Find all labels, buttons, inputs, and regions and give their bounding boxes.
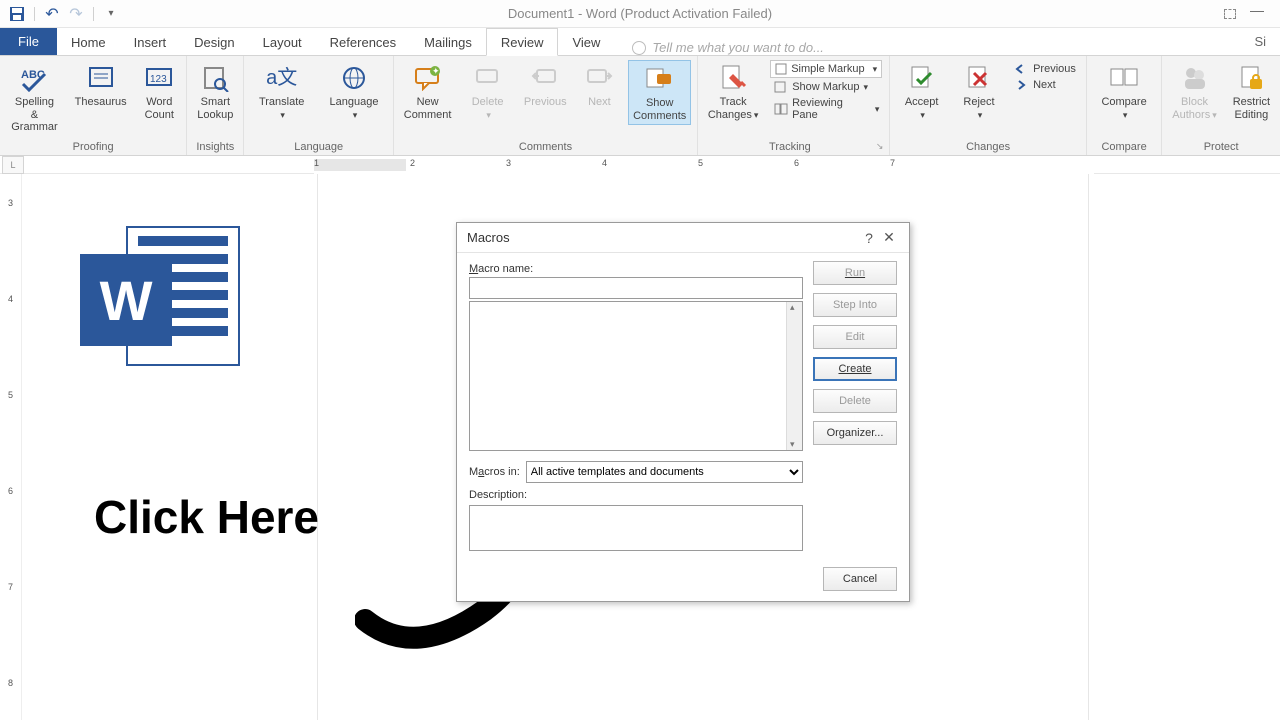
tab-layout[interactable]: Layout <box>249 29 316 55</box>
tab-review[interactable]: Review <box>486 28 559 56</box>
cancel-button[interactable]: Cancel <box>823 567 897 591</box>
tab-references[interactable]: References <box>316 29 410 55</box>
undo-icon[interactable]: ↶ <box>43 5 61 23</box>
group-label-insights: Insights <box>193 138 237 155</box>
word-logo-letter: W <box>80 254 172 346</box>
edit-button[interactable]: Edit <box>813 325 897 349</box>
tell-me-search[interactable]: Tell me what you want to do... <box>632 40 824 55</box>
dialog-titlebar[interactable]: Macros ? ✕ <box>457 223 909 253</box>
show-markup-dropdown[interactable]: Show Markup▾ <box>770 80 883 94</box>
reject-button[interactable]: Reject <box>955 60 1003 123</box>
description-label: Description: <box>469 489 803 501</box>
tab-file[interactable]: File <box>0 28 57 55</box>
previous-comment-button[interactable]: Previous <box>520 60 570 111</box>
macro-list[interactable] <box>469 301 803 451</box>
spelling-grammar-button[interactable]: ABC Spelling & Grammar <box>6 60 63 136</box>
tab-design[interactable]: Design <box>180 29 248 55</box>
annotation-text: Click Here <box>94 490 319 544</box>
restrict-editing-button[interactable]: Restrict Editing <box>1229 60 1274 123</box>
delete-comment-button[interactable]: Delete <box>463 60 512 123</box>
group-compare: Compare Compare <box>1087 56 1162 155</box>
dialog-close-icon[interactable]: ✕ <box>879 229 899 246</box>
group-comments: ✦ New Comment Delete Previous Next Show … <box>394 56 698 155</box>
display-mode-dropdown[interactable]: Simple Markup▾ <box>770 60 882 78</box>
group-label-language: Language <box>250 138 387 155</box>
window-title: Document1 - Word (Product Activation Fai… <box>0 6 1280 21</box>
tell-me-placeholder: Tell me what you want to do... <box>652 40 824 55</box>
new-comment-button[interactable]: ✦ New Comment <box>400 60 455 123</box>
next-change-button[interactable]: Next <box>1011 78 1080 92</box>
qat-customize-icon[interactable]: ▾ <box>102 5 120 23</box>
group-label-changes: Changes <box>896 138 1080 155</box>
macro-name-label: Macro name: <box>469 263 803 275</box>
tab-home[interactable]: Home <box>57 29 120 55</box>
scrollbar[interactable] <box>786 302 802 450</box>
create-button[interactable]: Create <box>813 357 897 381</box>
macros-in-label: Macros in: <box>469 466 520 478</box>
organizer-button[interactable]: Organizer... <box>813 421 897 445</box>
ribbon-options-icon[interactable] <box>1224 6 1236 22</box>
ribbon-tabs: File Home Insert Design Layout Reference… <box>0 28 1280 56</box>
save-icon[interactable] <box>8 5 26 23</box>
translate-button[interactable]: a文 Translate <box>250 60 313 123</box>
delete-button[interactable]: Delete <box>813 389 897 413</box>
compare-button[interactable]: Compare <box>1093 60 1155 123</box>
tab-insert[interactable]: Insert <box>120 29 181 55</box>
group-protect: Block Authors Restrict Editing Protect <box>1162 56 1280 155</box>
sign-in-link[interactable]: Si <box>1240 28 1280 55</box>
language-button[interactable]: Language <box>321 60 387 123</box>
macros-in-dropdown[interactable]: All active templates and documents <box>526 461 803 483</box>
reviewing-pane-dropdown[interactable]: Reviewing Pane▾ <box>770 96 883 122</box>
dialog-help-icon[interactable]: ? <box>859 230 879 246</box>
group-language: a文 Translate Language Language <box>244 56 394 155</box>
word-logo: W <box>80 226 240 376</box>
tab-mailings[interactable]: Mailings <box>410 29 486 55</box>
accept-button[interactable]: Accept <box>896 60 947 123</box>
macros-dialog: Macros ? ✕ Macro name: Macros in: All ac… <box>456 222 910 602</box>
word-count-button[interactable]: 123 Word Count <box>138 60 180 123</box>
group-label-comments: Comments <box>400 138 691 155</box>
minimize-icon[interactable]: — <box>1250 2 1264 18</box>
step-into-button[interactable]: Step Into <box>813 293 897 317</box>
bulb-icon <box>632 41 646 55</box>
description-box[interactable] <box>469 505 803 551</box>
ribbon-review: ABC Spelling & Grammar Thesaurus 123 Wor… <box>0 56 1280 156</box>
quick-access-toolbar: ↶ ↷ ▾ <box>0 5 120 23</box>
group-proofing: ABC Spelling & Grammar Thesaurus 123 Wor… <box>0 56 187 155</box>
dialog-title: Macros <box>467 230 859 245</box>
smart-lookup-button[interactable]: Smart Lookup <box>193 60 237 123</box>
vertical-ruler[interactable]: 3 4 5 6 7 8 <box>4 174 22 720</box>
group-label-tracking: Tracking ↘ <box>704 138 883 155</box>
svg-text:123: 123 <box>150 74 167 85</box>
group-label-proofing: Proofing <box>6 138 180 155</box>
thesaurus-button[interactable]: Thesaurus <box>71 60 130 111</box>
group-label-compare: Compare <box>1093 138 1155 155</box>
track-changes-button[interactable]: Track Changes <box>704 60 762 123</box>
run-button[interactable]: Run <box>813 261 897 285</box>
tab-selector[interactable]: L <box>2 156 24 174</box>
group-changes: Accept Reject Previous Next Changes <box>890 56 1087 155</box>
block-authors-button[interactable]: Block Authors <box>1168 60 1220 123</box>
group-insights: Smart Lookup Insights <box>187 56 244 155</box>
tab-view[interactable]: View <box>558 29 614 55</box>
group-tracking: Track Changes Simple Markup▾ Show Markup… <box>698 56 890 155</box>
next-comment-button[interactable]: Next <box>578 60 620 111</box>
horizontal-ruler[interactable]: L 1 2 3 4 5 6 7 <box>0 156 1280 174</box>
title-bar: ↶ ↷ ▾ Document1 - Word (Product Activati… <box>0 0 1280 28</box>
macro-name-input[interactable] <box>469 277 803 299</box>
redo-icon[interactable]: ↷ <box>67 5 85 23</box>
svg-text:✦: ✦ <box>432 66 440 76</box>
show-comments-button[interactable]: Show Comments <box>628 60 691 125</box>
previous-change-button[interactable]: Previous <box>1011 62 1080 76</box>
group-label-protect: Protect <box>1168 138 1274 155</box>
